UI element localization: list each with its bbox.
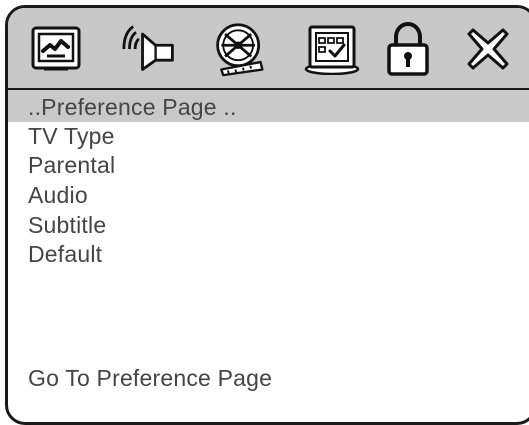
menu-item-tv-type[interactable]: TV Type	[28, 123, 115, 150]
system-setup-icon[interactable]	[28, 19, 84, 79]
menu-header-preference-page: ..Preference Page ..	[28, 94, 237, 120]
preference-panel-icon[interactable]	[304, 19, 360, 79]
osd-setup-menu: ..Preference Page .. TV Type Parental Au…	[5, 5, 529, 425]
menu-item-subtitle[interactable]: Subtitle	[28, 212, 106, 239]
menu-item-default[interactable]: Default	[28, 241, 102, 268]
menu-item-audio[interactable]: Audio	[28, 182, 88, 209]
menu-item-parental[interactable]: Parental	[28, 152, 115, 179]
video-film-reel-icon[interactable]	[212, 19, 268, 79]
exit-close-icon[interactable]	[460, 19, 516, 79]
audio-speaker-icon[interactable]	[122, 19, 178, 79]
status-hint: Go To Preference Page	[28, 365, 273, 391]
parental-lock-icon[interactable]	[380, 19, 436, 79]
setup-toolbar	[8, 8, 529, 90]
